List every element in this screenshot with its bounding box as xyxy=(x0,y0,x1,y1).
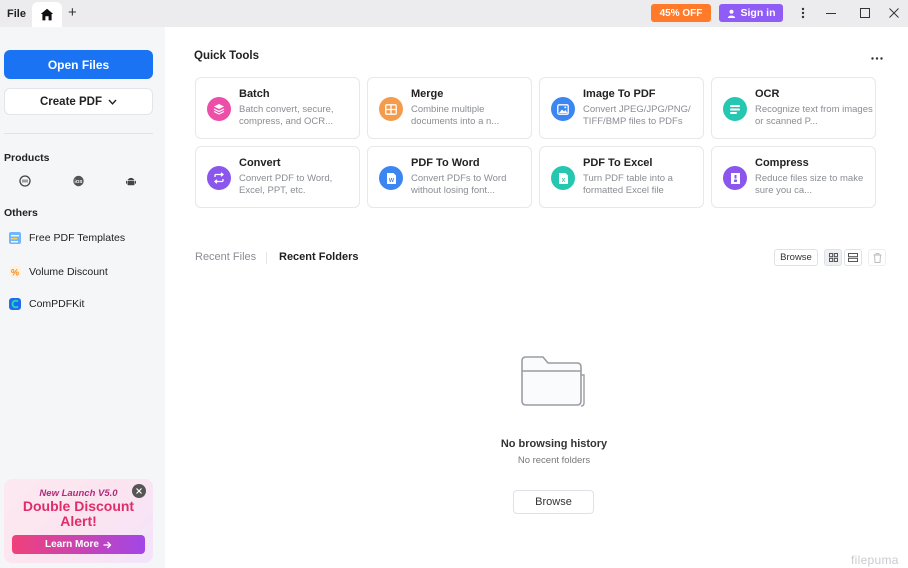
tool-name: Merge xyxy=(411,88,444,100)
title-bar: File + 45% OFF Sign in xyxy=(0,0,908,27)
svg-text:X: X xyxy=(561,178,565,184)
tool-card-batch[interactable]: Batch Batch convert, secure, compress, a… xyxy=(195,77,360,139)
list-view-icon[interactable] xyxy=(844,249,862,266)
layers-icon xyxy=(207,97,231,121)
quick-tools-title: Quick Tools xyxy=(194,50,259,62)
tool-name: PDF To Excel xyxy=(583,157,653,169)
arrow-right-icon xyxy=(103,541,112,548)
create-pdf-label: Create PDF xyxy=(40,95,102,108)
sidebar: Open Files Create PDF Products iOS Other… xyxy=(0,27,165,568)
promo-close-icon[interactable] xyxy=(132,484,146,498)
products-heading: Products xyxy=(4,152,50,164)
mac-icon[interactable] xyxy=(18,174,32,188)
tool-description: Batch convert, secure, compress, and OCR… xyxy=(239,104,334,127)
excel-icon: X xyxy=(551,166,575,190)
tool-description: Turn PDF table into a formatted Excel fi… xyxy=(583,173,673,196)
file-menu[interactable]: File xyxy=(7,8,26,20)
sidebar-item-label: Free PDF Templates xyxy=(29,232,126,244)
tool-card-ocr[interactable]: OCR Recognize text from images or scanne… xyxy=(711,77,876,139)
browse-button[interactable]: Browse xyxy=(513,490,594,514)
tab-separator xyxy=(266,252,267,264)
tab-recent-folders[interactable]: Recent Folders xyxy=(279,251,358,263)
convert-icon xyxy=(207,166,231,190)
create-pdf-button[interactable]: Create PDF xyxy=(4,88,153,115)
tool-card-convert[interactable]: Convert Convert PDF to Word, Excel, PPT,… xyxy=(195,146,360,208)
learn-more-label: Learn More xyxy=(45,539,99,550)
word-icon: W xyxy=(379,166,403,190)
sidebar-item-compdfkit[interactable]: ComPDFKit xyxy=(8,294,84,314)
tool-card-compress[interactable]: Compress Reduce files size to make sure … xyxy=(711,146,876,208)
tool-name: Convert xyxy=(239,157,281,169)
sidebar-item-volume-discount[interactable]: % Volume Discount xyxy=(8,262,108,282)
sidebar-item-label: Volume Discount xyxy=(29,266,108,278)
tool-name: Compress xyxy=(755,157,809,169)
sign-in-button[interactable]: Sign in xyxy=(719,4,783,22)
add-tab-button[interactable]: + xyxy=(68,5,77,20)
tool-name: OCR xyxy=(755,88,780,100)
learn-more-button[interactable]: Learn More xyxy=(12,535,145,554)
tool-description: Convert PDFs to Word without losing font… xyxy=(411,173,507,196)
others-heading: Others xyxy=(4,207,38,219)
minimize-icon[interactable] xyxy=(823,5,839,21)
sidebar-divider xyxy=(4,133,153,134)
svg-text:iOS: iOS xyxy=(74,179,82,184)
promo-headline-line-1: Double Discount xyxy=(22,498,135,514)
tool-description: Convert PDF to Word, Excel, PPT, etc. xyxy=(239,173,333,196)
ios-icon[interactable]: iOS xyxy=(71,174,85,188)
empty-state-title: No browsing history xyxy=(500,438,608,450)
tool-name: Batch xyxy=(239,88,270,100)
svg-text:%: % xyxy=(11,268,19,278)
discount-badge[interactable]: 45% OFF xyxy=(651,4,711,22)
maximize-icon[interactable] xyxy=(857,5,873,21)
tool-description: Convert JPEG/JPG/PNG/ TIFF/BMP files to … xyxy=(583,104,691,127)
kebab-menu-icon[interactable] xyxy=(795,5,811,21)
more-options-icon[interactable] xyxy=(869,52,885,64)
trash-icon[interactable] xyxy=(868,249,886,266)
tool-name: PDF To Word xyxy=(411,157,480,169)
sidebar-item-label: ComPDFKit xyxy=(29,298,85,310)
svg-text:W: W xyxy=(388,178,394,184)
compress-icon xyxy=(723,166,747,190)
watermark-text: filepuma xyxy=(851,553,899,567)
compdfkit-icon xyxy=(9,298,21,310)
promo-headline-line-2: Alert! xyxy=(60,513,97,529)
ocr-icon xyxy=(723,97,747,121)
empty-folder-icon xyxy=(521,356,585,407)
promo-headline: Double Discount Alert! xyxy=(4,499,153,529)
tool-card-pdf-to-word[interactable]: W PDF To Word Convert PDFs to Word witho… xyxy=(367,146,532,208)
tool-name: Image To PDF xyxy=(583,88,656,100)
percent-icon: % xyxy=(9,266,21,278)
tool-description: Recognize text from images or scanned P.… xyxy=(755,104,873,127)
android-icon[interactable] xyxy=(124,174,138,188)
tool-description: Combine multiple documents into a n... xyxy=(411,104,500,127)
tool-card-image-to-pdf[interactable]: Image To PDF Convert JPEG/JPG/PNG/ TIFF/… xyxy=(539,77,704,139)
close-icon[interactable] xyxy=(886,5,902,21)
home-tab[interactable] xyxy=(32,2,62,27)
home-icon xyxy=(40,8,54,21)
merge-icon xyxy=(379,97,403,121)
sidebar-item-free-pdf-templates[interactable]: Free PDF Templates xyxy=(8,228,125,248)
tab-recent-files[interactable]: Recent Files xyxy=(195,251,256,263)
chevron-down-icon xyxy=(108,99,117,105)
tool-description: Reduce files size to make sure you ca... xyxy=(755,173,864,196)
tool-card-pdf-to-excel[interactable]: X PDF To Excel Turn PDF table into a for… xyxy=(539,146,704,208)
tool-card-merge[interactable]: Merge Combine multiple documents into a … xyxy=(367,77,532,139)
templates-icon xyxy=(9,232,21,244)
open-files-button[interactable]: Open Files xyxy=(4,50,153,79)
empty-state-subtitle: No recent folders xyxy=(517,455,591,466)
image-icon xyxy=(551,97,575,121)
promo-banner[interactable]: New Launch V5.0 Double Discount Alert! L… xyxy=(4,479,153,563)
browse-button-small[interactable]: Browse xyxy=(774,249,818,266)
user-icon xyxy=(727,9,735,18)
grid-view-icon[interactable] xyxy=(824,249,842,266)
sign-in-label: Sign in xyxy=(740,7,776,19)
